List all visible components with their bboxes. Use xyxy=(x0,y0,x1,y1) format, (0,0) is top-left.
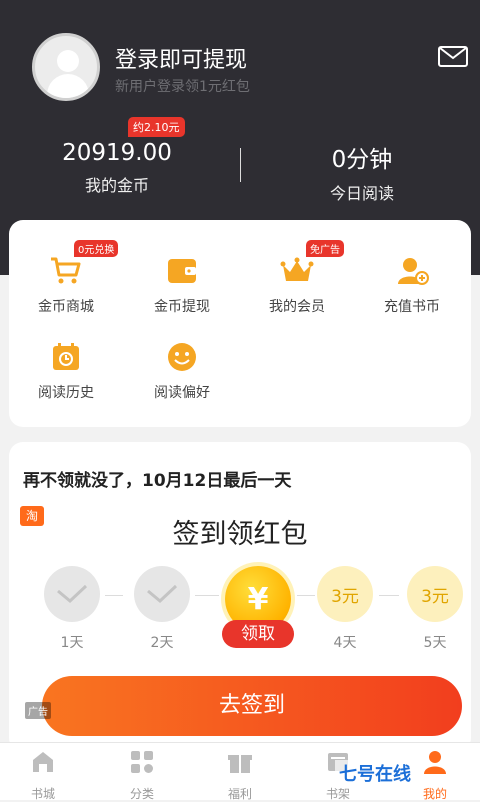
reward-coin: 3元 xyxy=(407,566,463,622)
login-title[interactable]: 登录即可提现 xyxy=(115,42,247,74)
menu-item-coin-withdraw[interactable]: 金币提现 xyxy=(127,256,237,316)
stat-divider xyxy=(240,148,241,182)
menu-badge: 免广告 xyxy=(306,240,344,257)
menu-item-membership[interactable]: 我的会员 xyxy=(242,256,352,316)
menu-card: 金币商城 0元兑换 金币提现 我的会员 免广告 充值书币 阅读历史 阅读偏好 xyxy=(9,220,471,427)
go-signin-button[interactable]: 去签到 xyxy=(42,676,462,736)
menu-label: 我的会员 xyxy=(269,299,325,315)
tab-label: 书架 xyxy=(325,787,350,801)
history-icon xyxy=(53,343,79,370)
reading-label: 今日阅读 xyxy=(329,184,394,203)
signin-day: 1天 xyxy=(42,566,102,652)
menu-label: 金币提现 xyxy=(154,299,210,315)
tab-label: 书城 xyxy=(30,787,55,801)
signin-day: 2天 xyxy=(132,566,192,652)
check-icon xyxy=(44,566,100,622)
reading-stat[interactable]: 0分钟 今日阅读 xyxy=(300,140,424,204)
menu-badge: 0元兑换 xyxy=(74,240,119,257)
signin-day: 3元 4天 xyxy=(315,566,375,652)
wallet-icon xyxy=(168,259,196,283)
coins-label: 我的金币 xyxy=(84,176,149,195)
login-subtitle: 新用户登录领1元红包 xyxy=(115,79,250,95)
check-icon xyxy=(134,566,190,622)
menu-label: 充值书币 xyxy=(384,299,440,315)
ad-label: 广告 xyxy=(25,702,51,719)
claim-button[interactable]: 领取 xyxy=(222,620,294,648)
signin-notice: 再不领就没了，10月12日最后一天 xyxy=(23,471,292,491)
day-label: 1天 xyxy=(60,635,84,651)
user-plus-icon xyxy=(398,258,429,285)
signin-card: 再不领就没了，10月12日最后一天 淘 签到领红包 1天 2天 ¥ 领取 3元 … xyxy=(9,442,471,752)
menu-label: 金币商城 xyxy=(38,299,94,315)
day-connector xyxy=(379,595,399,596)
reward-coin: 3元 xyxy=(317,566,373,622)
tab-label: 分类 xyxy=(129,787,154,801)
tab-bookstore[interactable]: 书城 xyxy=(8,749,78,802)
tab-label: 我的 xyxy=(422,787,447,801)
avatar[interactable] xyxy=(32,33,100,101)
menu-item-history[interactable]: 阅读历史 xyxy=(11,342,121,402)
tab-label: 福利 xyxy=(227,787,252,801)
signin-title: 签到领红包 xyxy=(172,519,308,550)
coins-stat[interactable]: 20919.00 我的金币 xyxy=(48,140,186,196)
day-label: 2天 xyxy=(150,635,174,651)
day-connector xyxy=(105,595,123,596)
day-label: 4天 xyxy=(333,635,357,651)
crown-icon xyxy=(280,257,314,281)
tab-category[interactable]: 分类 xyxy=(107,749,177,802)
smile-icon xyxy=(168,343,196,371)
coin-value-badge: 约2.10元 xyxy=(128,117,185,137)
menu-item-coin-mall[interactable]: 金币商城 xyxy=(11,256,121,316)
profile-icon xyxy=(424,751,446,774)
home-icon xyxy=(33,752,53,772)
reading-value: 0分钟 xyxy=(331,147,393,173)
coins-value: 20919.00 xyxy=(62,140,172,166)
cart-icon xyxy=(51,257,81,284)
watermark-logo: 七号在线 xyxy=(335,760,415,786)
gift-icon xyxy=(228,755,252,773)
menu-label: 阅读历史 xyxy=(38,385,94,401)
day-label: 5天 xyxy=(423,635,447,651)
menu-label: 阅读偏好 xyxy=(154,385,210,401)
day-connector xyxy=(195,595,219,596)
tab-welfare[interactable]: 福利 xyxy=(205,749,275,802)
mail-icon[interactable] xyxy=(438,46,468,67)
menu-item-preference[interactable]: 阅读偏好 xyxy=(127,342,237,402)
day-connector xyxy=(297,595,315,596)
grid-icon xyxy=(131,751,153,773)
signin-day: 3元 5天 xyxy=(405,566,465,652)
menu-item-recharge[interactable]: 充值书币 xyxy=(357,256,467,316)
